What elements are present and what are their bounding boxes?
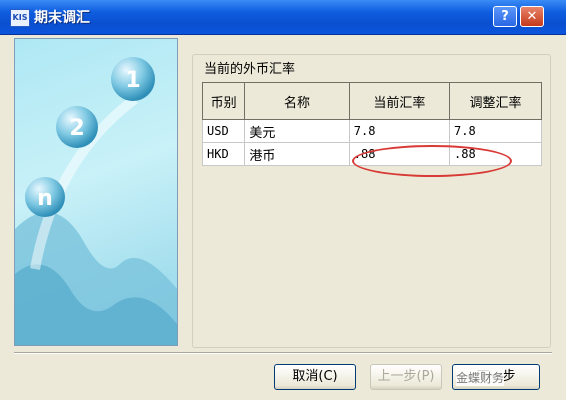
cell-code: HKD (201, 142, 246, 166)
cell-current-rate: .88 (348, 142, 451, 166)
currency-rate-table[interactable]: 币别 名称 当前汇率 调整汇率 USD 美元 7.8 7.8 HKD 港币 .8… (201, 82, 542, 166)
help-button[interactable]: ? (493, 6, 517, 27)
previous-step-button[interactable]: 上一步(P) (370, 364, 442, 390)
cell-current-rate: 7.8 (348, 119, 451, 143)
dialog-window: KIS 期末调汇 ? ✕ 1 2 n 当前的外币汇率 币别 名称 当前汇率 调整… (0, 0, 566, 400)
header-adjusted-rate[interactable]: 调整汇率 (449, 82, 542, 120)
cell-name: 美元 (244, 119, 350, 143)
step-one-label: 1 (125, 68, 140, 93)
table-row[interactable]: HKD 港币 .88 .88 (201, 142, 542, 166)
table-header-row: 币别 名称 当前汇率 调整汇率 (201, 82, 542, 120)
watermark-text: 金蝶财务 (456, 369, 505, 386)
title-bar[interactable]: KIS 期末调汇 ? ✕ (0, 0, 566, 35)
cell-code: USD (201, 119, 246, 143)
cancel-button[interactable]: 取消(C) (274, 364, 356, 390)
cell-adjusted-rate[interactable]: 7.8 (449, 119, 542, 143)
cell-adjusted-rate[interactable]: .88 (449, 142, 542, 166)
header-currency-name[interactable]: 名称 (244, 82, 350, 120)
button-separator (14, 352, 552, 354)
window-title: 期末调汇 (34, 10, 90, 26)
table-row[interactable]: USD 美元 7.8 7.8 (201, 119, 542, 143)
rates-groupbox-label: 当前的外币汇率 (202, 58, 298, 77)
wizard-banner: 1 2 n (14, 38, 178, 346)
header-currency-code[interactable]: 币别 (201, 82, 246, 120)
close-button[interactable]: ✕ (520, 6, 544, 27)
step-n-label: n (37, 186, 53, 211)
kis-app-icon: KIS (10, 9, 30, 27)
step-two-label: 2 (69, 116, 84, 141)
cell-name: 港币 (244, 142, 350, 166)
step-balls-illustration-icon: 1 2 n (15, 57, 177, 345)
header-current-rate[interactable]: 当前汇率 (348, 82, 451, 120)
